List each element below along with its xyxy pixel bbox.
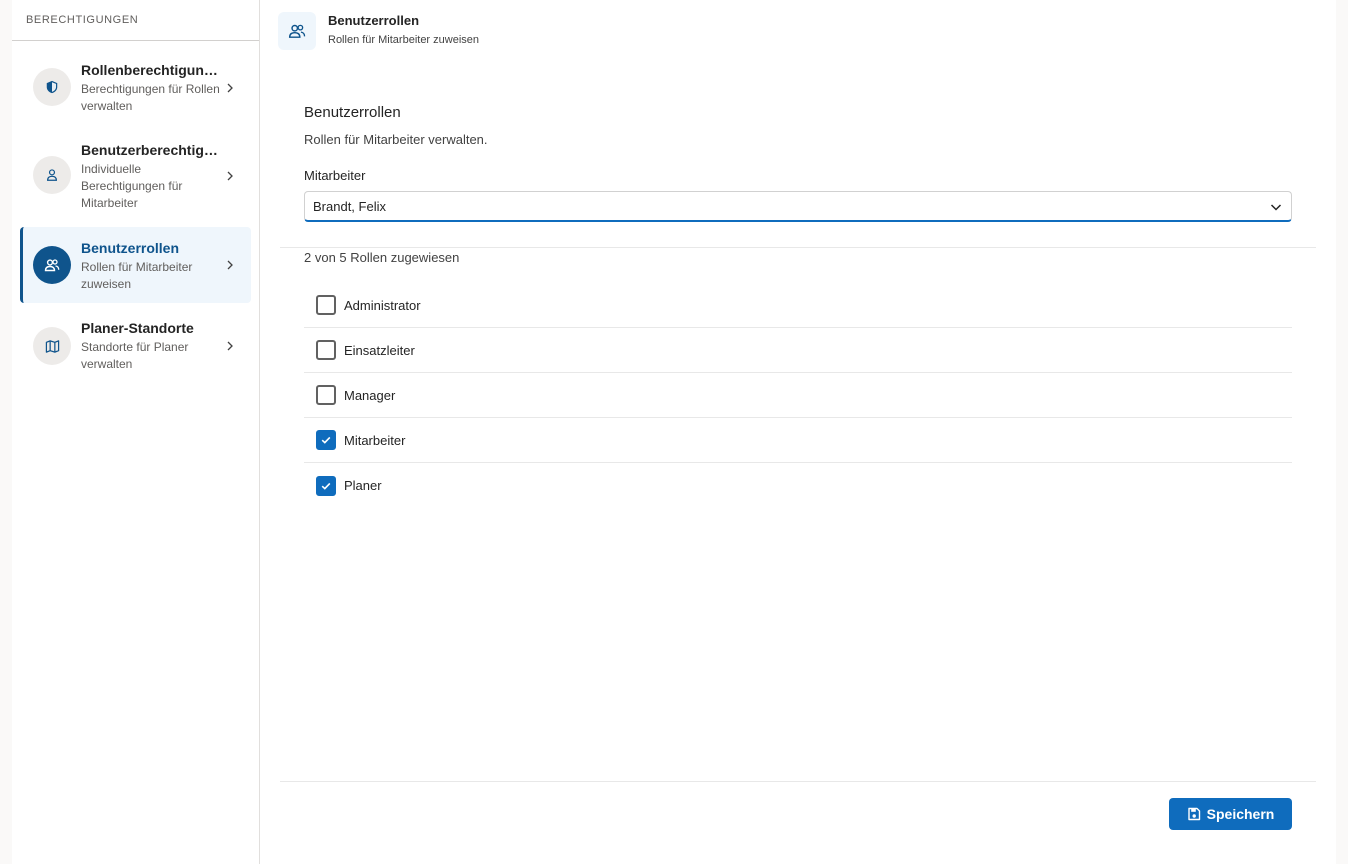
sidebar: BERECHTIGUNGEN Rollenberechtigungen Bere… [12,0,260,864]
sidebar-item-planer-standorte[interactable]: Planer-Standorte Standorte für Planer ve… [20,309,251,383]
section-title: Benutzerrollen [304,104,401,121]
footer-divider [280,781,1316,782]
sidebar-item-desc: Berechtigungen für Rollen verwalten [81,82,220,113]
role-label: Mitarbeiter [344,432,406,448]
role-row-einsatzleiter[interactable]: Einsatzleiter [304,328,1292,373]
role-checkbox[interactable] [316,340,336,360]
checkmark-icon [321,436,331,444]
employee-select[interactable]: Brandt, Felix [304,191,1292,222]
role-checkbox[interactable] [316,430,336,450]
sidebar-item-title: Planer-Standorte [81,320,194,336]
save-button-label: Speichern [1206,806,1275,822]
map-icon [33,327,71,365]
role-checkbox[interactable] [316,295,336,315]
shield-icon [33,68,71,106]
assigned-count: 2 von 5 Rollen zugewiesen [304,250,460,265]
chevron-right-icon [227,171,233,181]
role-label: Einsatzleiter [344,342,415,358]
role-row-manager[interactable]: Manager [304,373,1292,418]
save-button[interactable]: Speichern [1169,798,1292,830]
main-panel: Benutzerrollen Rollen für Mitarbeiter zu… [260,0,1336,864]
chevron-right-icon [227,260,233,270]
sidebar-item-rollenberechtigungen[interactable]: Rollenberechtigungen Berechtigungen für … [20,51,251,123]
checkmark-icon [321,482,331,490]
role-checkbox[interactable] [316,385,336,405]
role-label: Administrator [344,297,421,313]
employee-label: Mitarbeiter [304,168,366,183]
sidebar-item-title: Rollenberechtigungen [81,62,221,78]
divider [280,247,1316,248]
people-icon [33,246,71,284]
sidebar-item-title: Benutzerberechtigungen [81,142,221,158]
sidebar-item-desc: Standorte für Planer verwalten [81,340,189,371]
page-subtitle: Rollen für Mitarbeiter zuweisen [328,34,480,46]
chevron-right-icon [227,341,233,351]
employee-select-value: Brandt, Felix [313,199,386,214]
chevron-down-icon [1270,204,1282,211]
sidebar-item-desc: Rollen für Mitarbeiter zuweisen [81,260,193,291]
chevron-right-icon [227,83,233,93]
sidebar-header: BERECHTIGUNGEN [12,0,259,41]
role-label: Manager [344,387,396,403]
section-subtitle: Rollen für Mitarbeiter verwalten. [304,132,488,147]
sidebar-item-benutzerberechtigungen[interactable]: Benutzerberechtigungen Individuelle Bere… [20,131,251,219]
role-row-mitarbeiter[interactable]: Mitarbeiter [304,418,1292,463]
sidebar-item-title: Benutzerrollen [81,240,180,256]
role-label: Planer [344,478,382,493]
role-checkbox[interactable] [316,475,336,496]
person-icon [33,156,71,194]
sidebar-item-desc: Individuelle Berechtigungen für Mitarbei… [81,162,183,210]
sidebar-item-benutzerrollen[interactable]: Benutzerrollen Rollen für Mitarbeiter zu… [20,227,251,303]
role-row-administrator[interactable]: Administrator [304,283,1292,328]
people-icon [278,12,316,50]
page-title: Benutzerrollen [328,13,420,28]
save-icon [1187,807,1201,821]
role-row-planer[interactable]: Planer [304,463,1292,508]
